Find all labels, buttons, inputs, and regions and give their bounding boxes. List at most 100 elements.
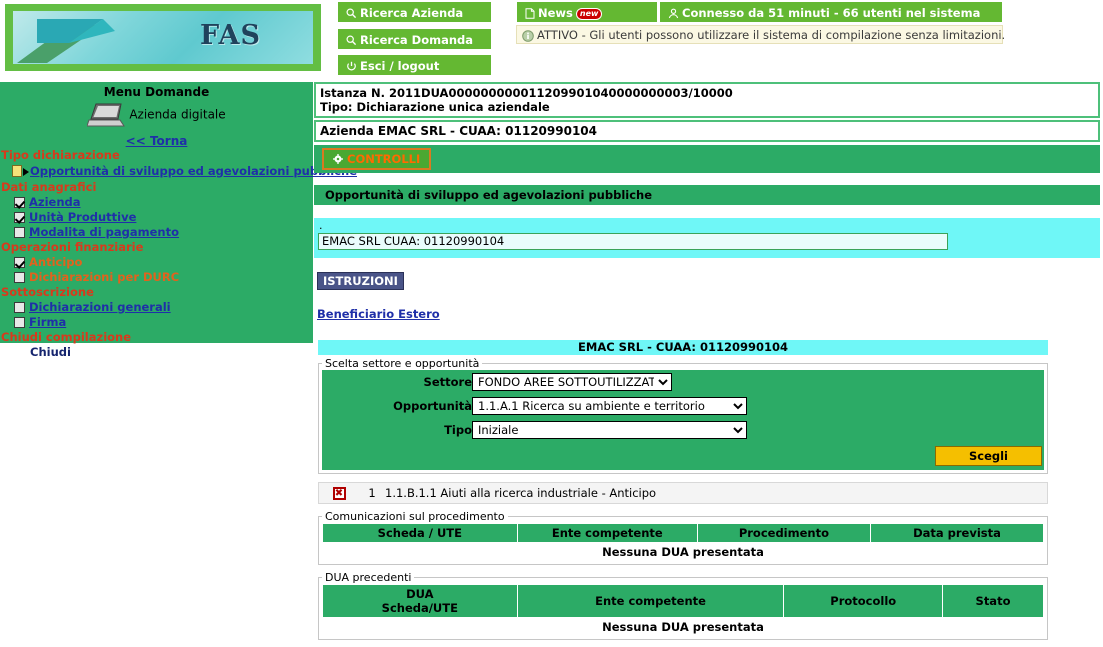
col-data-prevista: Data prevista [869,523,1045,543]
sidebar-item-anticipo-label: Anticipo [29,255,83,269]
section-banner: Opportunità di sviluppo ed agevolazioni … [314,185,1100,205]
connected-status: Connesso da 51 minuti - 66 utenti nel si… [659,1,1003,23]
table-row: ✖ 1 1.1.B.1.1 Aiuti alla ricerca industr… [319,483,1047,502]
col-ente-competente: Ente competente [516,523,698,543]
table-row: Nessuna DUA presentata [322,617,1044,636]
scegli-button[interactable]: Scegli [934,446,1042,466]
document-icon [12,165,22,177]
col-ente-competente: Ente competente [516,584,785,618]
sidebar-group-label-chiudi-compilazione: Chiudi compilazione [1,330,132,344]
sidebar-item-dichiarazioni-generali[interactable]: Dichiarazioni generali [0,300,313,315]
checkbox-azienda[interactable] [14,197,25,208]
info-icon [522,29,534,42]
sidebar-title: Menu Domande [103,85,210,99]
search-icon [346,35,357,46]
selected-opportunity-table: ✖ 1 1.1.B.1.1 Aiuti alla ricerca industr… [319,483,1047,502]
main-content: Istanza N. 2011DUA0000000000112099010400… [313,82,1103,640]
cyan-panel: . EMAC SRL CUAA: 01120990104 [314,218,1100,258]
form-header: EMAC SRL - CUAA: 01120990104 [318,340,1048,355]
logo-container: FAS [5,4,321,71]
azienda-readonly-field[interactable]: EMAC SRL CUAA: 01120990104 [318,233,948,250]
delete-icon[interactable]: ✖ [332,487,346,500]
sidebar-item-unita-produttive[interactable]: Unità Produttive [0,210,313,225]
checkbox-dichiarazioni-durc [14,272,25,283]
controlli-toolbar: CONTROLLI [314,145,1100,173]
sidebar-item-firma[interactable]: Firma [0,315,313,330]
dua-precedenti-table: DUA Scheda/UTE Ente competente Protocoll… [322,584,1044,636]
sidebar-item-dichiarazioni-generali-label: Dichiarazioni generali [29,300,171,314]
logo-swoosh-icon [17,19,115,63]
row-index: 1 [368,485,376,500]
table-row: Nessuna DUA presentata [322,542,1044,561]
tipo-select[interactable]: Iniziale [472,421,747,439]
table-header-row: DUA Scheda/UTE Ente competente Protocoll… [322,584,1044,618]
sidebar-item-azienda[interactable]: Azienda [0,195,313,210]
dua-precedenti-fieldset: DUA precedenti DUA Scheda/UTE Ente compe… [318,571,1048,640]
gear-icon [333,154,343,164]
sidebar-item-modalita-pagamento[interactable]: Modalita di pagamento [0,225,313,240]
sidebar-item-unita-produttive-label: Unità Produttive [29,210,137,224]
nav-news-button[interactable]: News new [516,1,658,23]
system-status-text: ATTIVO - Gli utenti possono utilizzare i… [537,28,1006,42]
form-row-actions: Scegli [322,442,1044,470]
settore-label: Settore [322,370,472,394]
row-description: 1.1.B.1.1 Aiuti alla ricerca industriale… [385,485,657,500]
sidebar-group-label-sottoscrizione: Sottoscrizione [1,285,94,299]
sidebar-group-label-dati-anagrafici: Dati anagrafici [1,180,97,194]
tipo-label: Tipo [322,418,472,442]
nav-logout-button[interactable]: Esci / logout [337,54,492,76]
sidebar-item-azienda-label: Azienda [29,195,81,209]
delete-cell: ✖ [319,483,359,502]
table-header-row: Scheda / UTE Ente competente Procediment… [322,523,1045,543]
opportunita-cell: 1.1.A.1 Ricerca su ambiente e territorio [472,394,1044,418]
selected-opportunity-row: ✖ 1 1.1.B.1.1 Aiuti alla ricerca industr… [318,482,1048,504]
dua-precedenti-legend: DUA precedenti [325,571,412,584]
power-icon [347,61,356,71]
sidebar-item-firma-label: Firma [29,315,67,329]
dua-precedenti-block: DUA precedenti DUA Scheda/UTE Ente compe… [318,571,1048,640]
opportunita-select[interactable]: 1.1.A.1 Ricerca su ambiente e territorio [472,397,747,415]
user-icon [668,8,679,19]
col-scheda-ute: Scheda / UTE [322,523,518,543]
laptop-icon [87,103,126,127]
checkbox-modalita-pagamento[interactable] [14,227,25,238]
istruzioni-button[interactable]: ISTRUZIONI [317,272,404,290]
dua-precedenti-empty: Nessuna DUA presentata [322,617,1044,636]
form-row-opportunita: Opportunità 1.1.A.1 Ricerca su ambiente … [322,394,1044,418]
top-bar: FAS Ricerca Azienda Ricerca Domanda Esci… [0,0,1103,80]
sidebar-back-link[interactable]: << Torna [126,134,188,148]
sidebar-item-opportunita[interactable]: Opportunità di sviluppo ed agevolazioni … [0,163,357,180]
settore-cell: FONDO AREE SOTTOUTILIZZATE [472,370,1044,394]
istanza-header: Istanza N. 2011DUA0000000000112099010400… [314,82,1100,118]
scelta-settore-legend: Scelta settore e opportunità [325,357,480,370]
checkbox-anticipo [14,257,25,268]
scelta-settore-fieldset: Scelta settore e opportunità Settore FON… [318,357,1048,474]
comunicazioni-table: Scheda / UTE Ente competente Procediment… [322,523,1045,561]
sidebar-group-label-operazioni-finanziarie: Operazioni finanziarie [1,240,144,254]
sidebar-item-anticipo: Anticipo [0,255,313,270]
col-stato: Stato [942,584,1044,618]
col-dua-scheda-ute: DUA Scheda/UTE [322,584,518,618]
nav-ricerca-azienda-label: Ricerca Azienda [360,6,464,20]
comunicazioni-fieldset: Comunicazioni sul procedimento Scheda / … [318,510,1048,565]
col-protocollo: Protocollo [783,584,944,618]
tipo-cell: Iniziale [472,418,1044,442]
connected-status-label: Connesso da 51 minuti - 66 utenti nel si… [682,6,981,20]
checkbox-unita-produttive[interactable] [14,212,25,223]
checkbox-dichiarazioni-generali[interactable] [14,302,25,313]
checkbox-firma[interactable] [14,317,25,328]
logo-image: FAS [13,11,313,64]
settore-select[interactable]: FONDO AREE SOTTOUTILIZZATE [472,373,672,391]
nav-ricerca-domanda-button[interactable]: Ricerca Domanda [337,28,492,50]
sidebar-item-chiudi-label: Chiudi [30,345,71,359]
controlli-button[interactable]: CONTROLLI [322,148,432,170]
form-block: EMAC SRL - CUAA: 01120990104 Scelta sett… [318,340,1048,504]
actions-cell: Scegli [322,442,1044,470]
beneficiario-estero-wrap: Beneficiario Estero [317,307,1103,321]
sidebar-item-chiudi[interactable]: Chiudi [0,345,313,360]
beneficiario-estero-link[interactable]: Beneficiario Estero [317,307,440,321]
sidebar-subtitle-row: Azienda digitale [0,102,313,128]
search-icon [346,8,357,19]
nav-ricerca-azienda-button[interactable]: Ricerca Azienda [337,1,492,23]
nav-ricerca-domanda-label: Ricerca Domanda [360,33,474,47]
